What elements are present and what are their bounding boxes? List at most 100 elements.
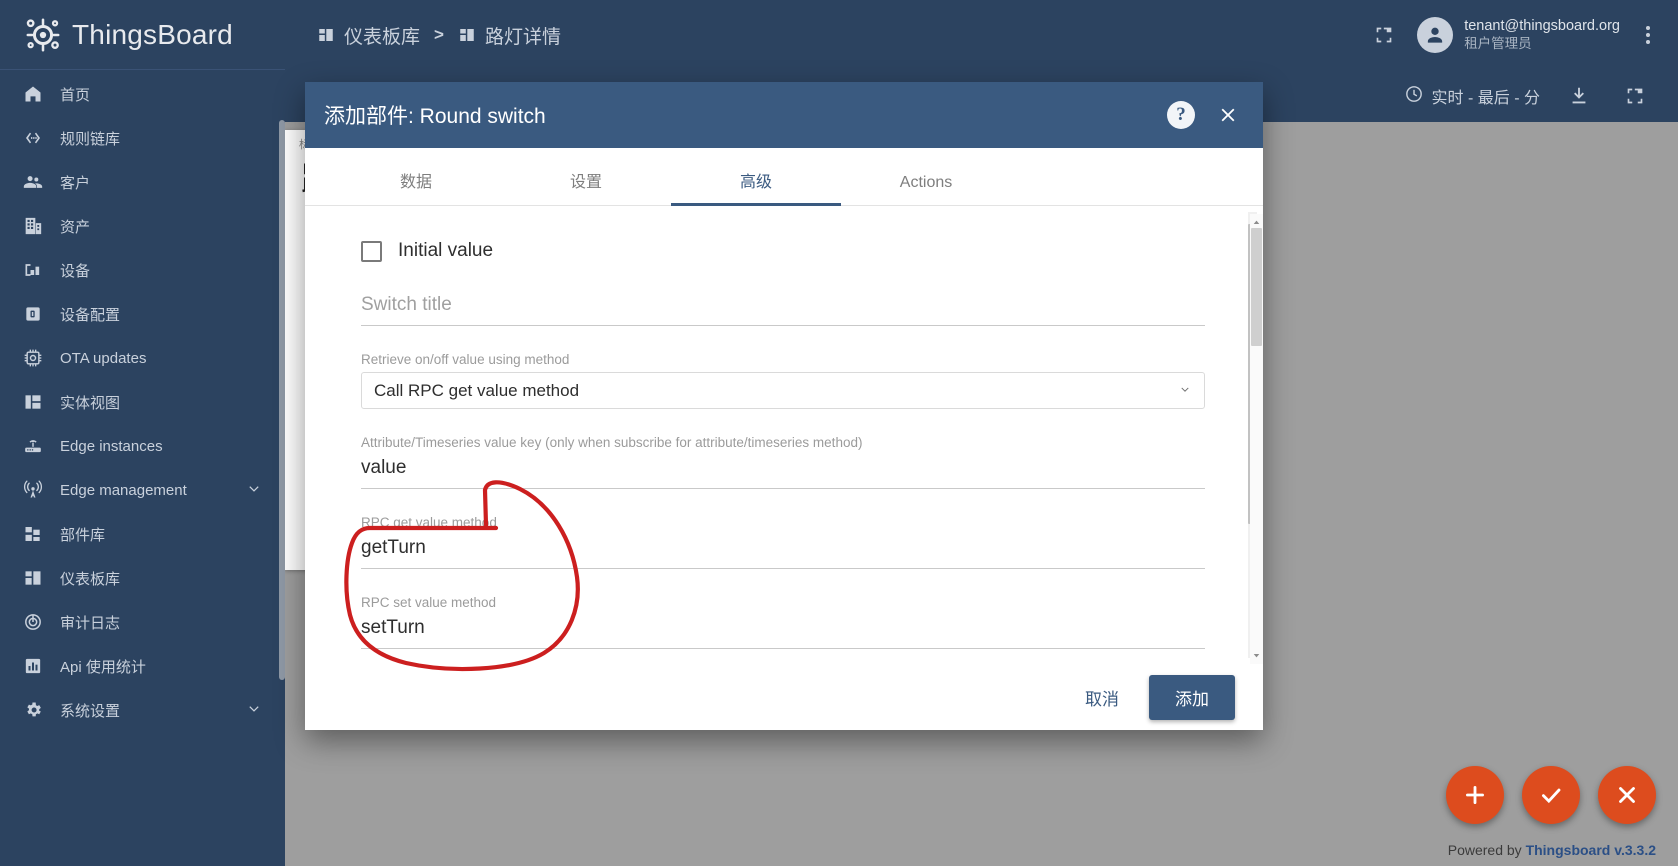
apply-changes-fab[interactable] <box>1522 766 1580 824</box>
attribute-key-field: Attribute/Timeseries value key (only whe… <box>361 435 1205 489</box>
scroll-up-arrow-icon[interactable] <box>1251 216 1262 229</box>
account-circle-icon <box>1417 17 1454 53</box>
edge-antenna-icon <box>22 479 44 501</box>
sidebar-item-label: 资产 <box>60 218 91 236</box>
attribute-key-label: Attribute/Timeseries value key (only whe… <box>361 435 863 450</box>
chevron-down-icon[interactable] <box>245 479 263 501</box>
sidebar-item-devices[interactable]: 设备 <box>0 248 285 292</box>
sidebar-scrollbar[interactable] <box>279 120 285 680</box>
more-vertical-icon[interactable] <box>1636 20 1660 50</box>
initial-value-label: Initial value <box>398 240 494 261</box>
sidebar-item-audit-logs[interactable]: 审计日志 <box>0 600 285 644</box>
plus-icon <box>1466 786 1484 804</box>
breadcrumb-item-dashboards[interactable]: 仪表板库 <box>317 22 420 49</box>
timewindow-selector[interactable]: 实时 - 最后 - 分 <box>1404 84 1540 109</box>
thingsboard-gear-logo-icon <box>24 16 62 54</box>
dashboards-icon <box>317 26 335 44</box>
discard-changes-fab[interactable] <box>1598 766 1656 824</box>
brand[interactable]: ThingsBoard <box>0 0 285 70</box>
sidebar-item-device-profiles[interactable]: 设备配置 <box>0 292 285 336</box>
clock-icon <box>1404 84 1424 109</box>
add-button[interactable]: 添加 <box>1149 674 1235 720</box>
initial-value-row: Initial value <box>361 240 1205 262</box>
switch-title-input[interactable] <box>361 292 1205 326</box>
api-usage-icon <box>22 655 44 677</box>
sidebar-item-edge-management[interactable]: Edge management <box>0 468 285 512</box>
rpc-set-value-method-input[interactable] <box>361 615 1205 649</box>
devices-icon <box>22 259 44 281</box>
retrieve-method-label: Retrieve on/off value using method <box>361 352 570 367</box>
topbar-actions: tenant@thingsboard.org 租户管理员 <box>1367 17 1678 53</box>
breadcrumb-label: 路灯详情 <box>484 26 561 48</box>
entity-view-icon <box>22 391 44 413</box>
customers-icon <box>22 171 44 193</box>
add-widget-dialog: 添加部件: Round switch ? 数据 设置 高级 Actions In… <box>305 82 1263 730</box>
sidebar-item-assets[interactable]: 资产 <box>0 204 285 248</box>
rpc-get-value-method-label: RPC get value method <box>361 515 497 530</box>
timewindow-label: 实时 - 最后 - 分 <box>1431 90 1540 107</box>
sidebar-item-label: 设备 <box>60 262 91 280</box>
advanced-form: Initial value Retrieve on/off value usin… <box>305 206 1263 664</box>
tab-settings[interactable]: 设置 <box>501 168 671 205</box>
sidebar-item-label: 实体视图 <box>60 394 121 412</box>
sidebar-item-home[interactable]: 首页 <box>0 72 285 116</box>
sidebar-item-customers[interactable]: 客户 <box>0 160 285 204</box>
check-icon <box>1542 788 1561 804</box>
fullscreen-icon[interactable] <box>1367 18 1401 52</box>
sidebar-item-rule-chains[interactable]: 规则链库 <box>0 116 285 160</box>
rpc-get-value-method-input[interactable] <box>361 535 1205 569</box>
dialog-body: 数据 设置 高级 Actions Initial value Retrieve … <box>305 148 1263 664</box>
sidebar-item-dashboards[interactable]: 仪表板库 <box>0 556 285 600</box>
close-icon <box>1619 787 1635 803</box>
switch-title-field <box>361 292 1205 326</box>
device-profile-icon <box>22 303 44 325</box>
sidebar-item-label: 首页 <box>60 86 91 104</box>
sidebar-item-label: 审计日志 <box>60 614 121 632</box>
tab-data[interactable]: 数据 <box>331 168 501 205</box>
help-circle-icon[interactable]: ? <box>1167 101 1195 129</box>
user-info: tenant@thingsboard.org 租户管理员 <box>1464 18 1620 52</box>
ota-chip-icon <box>22 347 44 369</box>
settings-gear-icon <box>22 699 44 721</box>
user-menu[interactable]: tenant@thingsboard.org 租户管理员 <box>1417 17 1620 53</box>
scroll-down-arrow-icon[interactable] <box>1251 649 1262 662</box>
initial-value-checkbox[interactable] <box>361 240 382 262</box>
dialog-scrollbar-thumb[interactable] <box>1251 228 1262 346</box>
add-widget-fab[interactable] <box>1446 766 1504 824</box>
widget-library-icon <box>22 523 44 545</box>
sidebar-item-label: 客户 <box>60 174 91 192</box>
sidebar-item-entity-views[interactable]: 实体视图 <box>0 380 285 424</box>
dialog-header: 添加部件: Round switch ? <box>305 82 1263 148</box>
sidebar-item-label: Edge instances <box>60 437 163 455</box>
sidebar-item-system-settings[interactable]: 系统设置 <box>0 688 285 732</box>
breadcrumb-label: 仪表板库 <box>344 26 421 48</box>
sidebar-item-widget-library[interactable]: 部件库 <box>0 512 285 556</box>
user-role: 租户管理员 <box>1464 35 1532 51</box>
breadcrumb: 仪表板库 > 路灯详情 <box>285 22 561 49</box>
retrieve-method-select[interactable]: Call RPC get value method <box>361 372 1205 409</box>
breadcrumb-separator: > <box>434 25 444 44</box>
dashboard-fab-group <box>1446 766 1656 824</box>
assets-icon <box>22 215 44 237</box>
dialog-footer: 取消 添加 <box>305 664 1263 730</box>
attribute-key-input[interactable] <box>361 455 1205 489</box>
chevron-down-icon[interactable] <box>245 699 263 721</box>
sidebar-item-api-usage[interactable]: Api 使用统计 <box>0 644 285 688</box>
fullscreen-icon[interactable] <box>1618 79 1652 113</box>
dashboards-icon <box>22 567 44 589</box>
tab-advanced[interactable]: 高级 <box>671 168 841 206</box>
rpc-set-value-method-label: RPC set value method <box>361 595 497 610</box>
tab-actions[interactable]: Actions <box>841 174 1011 205</box>
download-icon[interactable] <box>1562 79 1596 113</box>
breadcrumb-item-dashboard-detail[interactable]: 路灯详情 <box>458 22 561 49</box>
sidebar-item-ota-updates[interactable]: OTA updates <box>0 336 285 380</box>
home-icon <box>22 83 44 105</box>
sidebar-item-label: 仪表板库 <box>60 570 121 588</box>
sidebar-item-edge-instances[interactable]: Edge instances <box>0 424 285 468</box>
sidebar-item-label: OTA updates <box>60 349 147 367</box>
close-icon[interactable] <box>1213 100 1243 130</box>
cancel-button[interactable]: 取消 <box>1071 677 1133 718</box>
app-root: 标题 路 <box>0 0 1678 866</box>
sidebar-item-label: 系统设置 <box>60 702 121 720</box>
dashboards-icon <box>458 26 476 44</box>
